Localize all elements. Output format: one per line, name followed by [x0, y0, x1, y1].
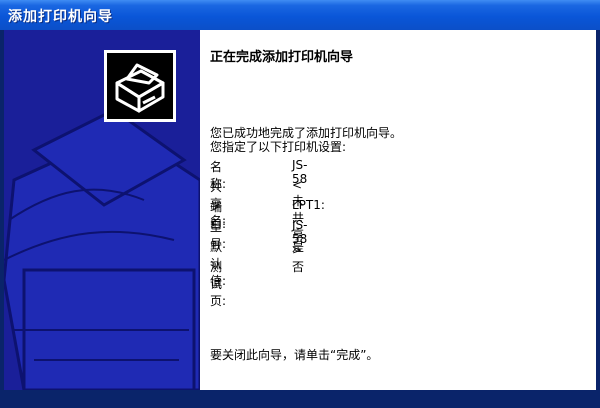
setting-value: 是	[292, 240, 305, 254]
printer-icon	[104, 50, 176, 122]
page-title: 正在完成添加打印机向导	[210, 50, 354, 65]
setting-label: 测试页:	[210, 260, 227, 308]
setting-value: 否	[292, 260, 305, 274]
window-title: 添加打印机向导	[8, 9, 113, 25]
wizard-content: 正在完成添加打印机向导 您已成功地完成了添加打印机向导。 您指定了以下打印机设置…	[200, 30, 596, 390]
settings-intro: 您指定了以下打印机设置:	[210, 140, 347, 154]
setting-value: LPT1:	[292, 198, 325, 212]
title-bar[interactable]: 添加打印机向导	[0, 0, 600, 30]
window-bottom-edge	[0, 390, 600, 408]
wizard-side-panel	[4, 30, 200, 390]
finish-instruction: 要关闭此向导，请单击“完成”。	[210, 348, 379, 362]
wizard-window: 添加打印机向导 正在完成添加打印机向导 您已成功地完成了添加打印机向导。 您指定…	[0, 0, 600, 408]
